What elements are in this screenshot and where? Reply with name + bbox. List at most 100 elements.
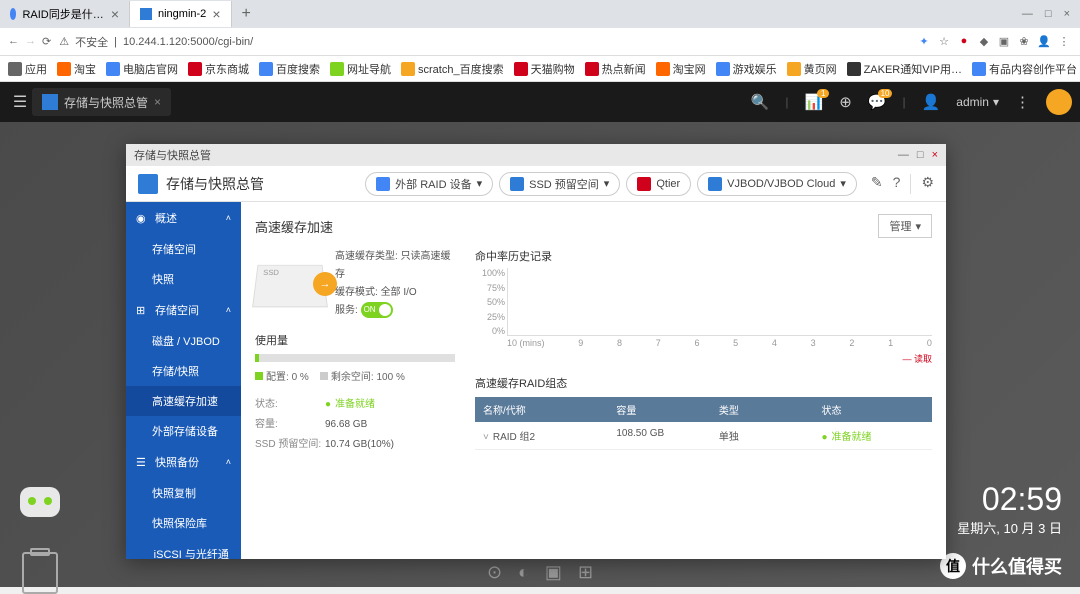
profile-icon[interactable]: 👤 [1036, 35, 1052, 48]
dock-icon[interactable]: ▣ [545, 562, 562, 583]
expand-icon[interactable]: ˅ [483, 432, 489, 443]
sidebar-item-disk-vjbod[interactable]: 磁盘 / VJBOD [126, 326, 241, 356]
search-icon[interactable]: 🔍 [751, 93, 770, 111]
help-icon[interactable] [1046, 89, 1072, 115]
reload-icon[interactable]: ⟳ [42, 35, 51, 48]
trash-icon[interactable] [22, 552, 58, 594]
sidebar-group-overview[interactable]: ◉概述˄ [126, 202, 241, 234]
bookmark-item[interactable]: 有品内容创作平台 [972, 61, 1077, 77]
browser-tab[interactable]: RAID同步是什么意思_百度搜索 × [0, 1, 130, 27]
gear-icon[interactable]: ⚙ [921, 174, 934, 194]
minimize-icon[interactable]: — [1022, 8, 1033, 20]
apps-button[interactable]: 应用 [8, 61, 47, 77]
cache-mode-value: 全部 I/O [381, 287, 417, 298]
maximize-icon[interactable]: □ [917, 149, 924, 161]
menu-icon[interactable]: ⋮ [1056, 35, 1072, 48]
bookmark-item[interactable]: 游戏娱乐 [716, 61, 777, 77]
bookmark-item[interactable]: scratch_百度搜索 [401, 61, 504, 77]
tab-title: RAID同步是什么意思_百度搜索 [22, 6, 104, 22]
chart-legend: — 读取 [475, 352, 932, 365]
close-icon[interactable]: × [932, 149, 938, 161]
close-icon[interactable]: × [1064, 8, 1070, 20]
desktop-clock: 02:59 星期六, 10 月 3 日 [957, 481, 1062, 537]
ext-icon[interactable]: ▣ [996, 35, 1012, 48]
service-label: 服务: [335, 305, 358, 316]
close-icon[interactable]: × [212, 6, 220, 22]
more-icon[interactable]: ⋮ [1015, 93, 1030, 111]
bookmark-item[interactable]: 百度搜索 [259, 61, 320, 77]
sidebar-item-storage-snapshot[interactable]: 存储/快照 [126, 356, 241, 386]
bookmark-item[interactable]: 黄页网 [787, 61, 837, 77]
close-icon[interactable]: × [154, 95, 161, 109]
cache-mode-label: 缓存模式: [335, 287, 378, 298]
forward-icon[interactable]: → [25, 35, 36, 48]
maximize-icon[interactable]: □ [1045, 8, 1052, 20]
sidebar-item-cache-acceleration[interactable]: 高速缓存加速 [126, 386, 241, 416]
sidebar-group-storage[interactable]: ⊞存储空间˄ [126, 294, 241, 326]
sidebar-item-snapshot-replica[interactable]: 快照复制 [126, 478, 241, 508]
table-row[interactable]: ˅RAID 组2 108.50 GB 单独 准备就绪 [475, 422, 932, 450]
url-field[interactable]: ⚠ 不安全 | 10.244.1.120:5000/cgi-bin/ [59, 34, 908, 50]
external-raid-dropdown[interactable]: 外部 RAID 设备▾ [365, 172, 493, 196]
sidebar: ◉概述˄ 存储空间 快照 ⊞存储空间˄ 磁盘 / VJBOD 存储/快照 高速缓… [126, 202, 241, 559]
nas-topbar: ☰ 存储与快照总管 × 🔍 | 📊1 ⊕ 💬10 | 👤 admin▾ ⋮ [0, 82, 1080, 122]
ext-icon[interactable]: ● [956, 35, 972, 48]
manage-dropdown[interactable]: 管理▾ [878, 214, 932, 238]
bookmark-item[interactable]: 网址导航 [330, 61, 391, 77]
legend-dot-icon [255, 372, 263, 380]
bookmark-item[interactable]: ZAKER通知VIP用… [847, 61, 962, 77]
vjbod-dropdown[interactable]: VJBOD/VJBOD Cloud▾ [697, 172, 857, 196]
user-dropdown[interactable]: admin▾ [956, 95, 999, 109]
dock-icon[interactable]: ⊙ [487, 562, 502, 583]
cache-type-label: 高速缓存类型: [335, 251, 398, 262]
badge: 1 [817, 89, 829, 98]
ssd-reserved-dropdown[interactable]: SSD 预留空间▾ [499, 172, 620, 196]
ext-icon[interactable]: ☆ [936, 35, 952, 48]
bookmark-item[interactable]: 京东商城 [188, 61, 249, 77]
qtier-button[interactable]: Qtier [626, 172, 691, 196]
dock-icon[interactable]: ⊞ [578, 562, 593, 583]
dashboard-icon[interactable]: 📊1 [805, 93, 824, 111]
topbar-app-tab[interactable]: 存储与快照总管 × [32, 88, 171, 116]
ext-icon[interactable]: ✦ [916, 35, 932, 48]
bookmark-item[interactable]: 电脑店官网 [106, 61, 178, 77]
bookmark-item[interactable]: 天猫购物 [514, 61, 575, 77]
new-tab-button[interactable]: + [232, 5, 261, 23]
ext-icon[interactable]: ❀ [1016, 35, 1032, 48]
notification-icon[interactable]: 💬10 [868, 93, 887, 111]
sidebar-item-storage-space[interactable]: 存储空间 [126, 234, 241, 264]
tab-favicon-icon [10, 8, 16, 20]
bookmark-item[interactable]: 淘宝网 [656, 61, 706, 77]
user-icon[interactable]: 👤 [922, 93, 941, 111]
mascot-icon[interactable] [15, 487, 65, 537]
bookmark-item[interactable]: 淘宝 [57, 61, 96, 77]
wand-icon[interactable]: ✎ [871, 174, 883, 194]
tab-favicon-icon [140, 8, 152, 20]
sidebar-item-snapshot[interactable]: 快照 [126, 264, 241, 294]
browser-tab-active[interactable]: ningmin-2 × [130, 1, 232, 27]
chevron-up-icon: ˄ [226, 305, 231, 315]
sidebar-group-snapshot-backup[interactable]: ☰快照备份˄ [126, 446, 241, 478]
help-icon[interactable]: ? [893, 174, 901, 194]
status-label: 状态: [255, 395, 325, 415]
window-title: 存储与快照总管 [134, 147, 211, 163]
hamburger-icon[interactable]: ☰ [8, 92, 32, 112]
activity-icon[interactable]: ⊕ [839, 93, 852, 111]
sidebar-item-snapshot-vault[interactable]: 快照保险库 [126, 508, 241, 538]
bookmark-icon [656, 62, 670, 76]
window-titlebar[interactable]: 存储与快照总管 — □ × [126, 144, 946, 166]
td-type: 单独 [719, 428, 822, 443]
ssd-icon [510, 177, 524, 191]
separator [910, 174, 911, 194]
dock-icon[interactable]: ◐ [518, 562, 529, 583]
ext-icon[interactable]: ◆ [976, 35, 992, 48]
back-icon[interactable]: ← [8, 35, 19, 48]
bookmark-item[interactable]: 热点新闻 [585, 61, 646, 77]
minimize-icon[interactable]: — [898, 149, 909, 161]
bookmark-icon [716, 62, 730, 76]
bookmark-icon [972, 62, 986, 76]
sidebar-item-external-storage[interactable]: 外部存储设备 [126, 416, 241, 446]
close-icon[interactable]: × [111, 6, 119, 22]
sidebar-group-iscsi[interactable]: ◂iSCSI 与光纤通道 [126, 538, 241, 559]
service-toggle[interactable] [361, 302, 393, 318]
